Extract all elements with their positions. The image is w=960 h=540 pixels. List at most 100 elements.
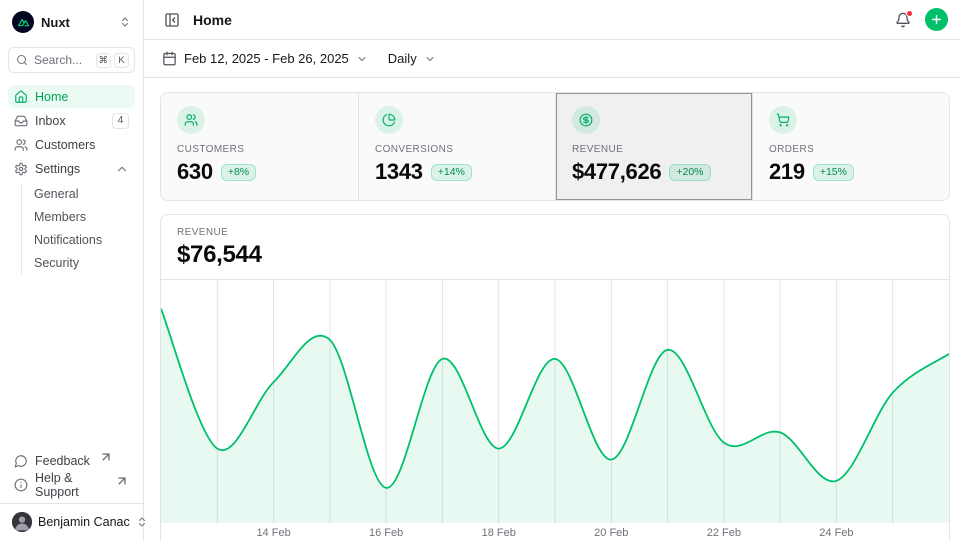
stats-row: CUSTOMERS630+8%CONVERSIONS1343+14%REVENU… [160, 92, 950, 201]
date-range-label: Feb 12, 2025 - Feb 26, 2025 [184, 51, 349, 66]
stat-value-row: 219 +15% [769, 159, 933, 185]
chevron-up-icon [115, 162, 129, 176]
stat-delta-badge: +14% [431, 164, 472, 181]
user-menu[interactable]: Benjamin Canac [8, 504, 135, 534]
sidebar-item-trailing: 4 [112, 113, 129, 129]
user-name: Benjamin Canac [38, 515, 130, 529]
sidebar-item-label: Help & Support [35, 471, 106, 499]
arrow-up-right-icon [99, 450, 113, 464]
stat-delta-badge: +8% [221, 164, 256, 181]
stat-value-row: 1343 +14% [375, 159, 539, 185]
sidebar-subitem-notifications[interactable]: Notifications [26, 229, 135, 251]
chart-header: REVENUE $76,544 [161, 215, 949, 280]
stat-icon-chip [572, 106, 600, 134]
stat-card-revenue[interactable]: REVENUE $477,626 +20% [555, 93, 752, 200]
x-tick-label: 16 Feb [369, 527, 403, 539]
sidebar-subitem-general[interactable]: General [26, 183, 135, 205]
sidebar-item-settings[interactable]: Settings [8, 157, 135, 180]
sidebar-item-label: Inbox [35, 114, 66, 128]
stat-icon-chip [375, 106, 403, 134]
workspace-switcher[interactable]: Nuxt [8, 8, 135, 36]
calendar-icon [162, 51, 177, 66]
revenue-area-chart [161, 280, 949, 523]
granularity-label: Daily [388, 51, 417, 66]
dollar-circle-icon [579, 113, 593, 127]
stat-label: CUSTOMERS [177, 144, 342, 155]
cart-icon [776, 113, 790, 127]
sidebar-item-label: Customers [35, 138, 95, 152]
home-icon [14, 90, 28, 104]
sidebar: Nuxt Search... ⌘ K Home Inbox 4 Customers Se… [0, 0, 144, 540]
plus-icon [930, 13, 943, 26]
collapse-sidebar-button[interactable] [160, 8, 184, 32]
stat-icon-chip [177, 106, 205, 134]
pie-chart-icon [382, 113, 396, 127]
x-tick-label: 20 Feb [594, 527, 628, 539]
sidebar-item-inbox[interactable]: Inbox 4 [8, 109, 135, 132]
stat-delta-badge: +15% [813, 164, 854, 181]
notification-dot [906, 10, 913, 17]
revenue-chart-card: REVENUE $76,544 14 Feb 16 Feb 18 Feb 20 Feb… [160, 214, 950, 540]
inbox-count-badge: 4 [112, 113, 129, 129]
search-placeholder: Search... [34, 53, 90, 67]
inbox-icon [14, 114, 28, 128]
stat-card-orders[interactable]: ORDERS 219 +15% [752, 93, 949, 200]
sidebar-item-trailing [115, 162, 129, 176]
chevrons-up-down-icon [119, 16, 131, 28]
info-icon [14, 478, 28, 492]
chevron-down-icon [356, 53, 368, 65]
search-input[interactable]: Search... ⌘ K [8, 47, 135, 73]
app: Nuxt Search... ⌘ K Home Inbox 4 Customers Se… [0, 0, 960, 540]
x-tick-label: 22 Feb [707, 527, 741, 539]
content: CUSTOMERS630+8%CONVERSIONS1343+14%REVENU… [144, 78, 960, 540]
panel-left-close-icon [164, 12, 180, 28]
stat-card-conversions[interactable]: CONVERSIONS1343+14% [358, 93, 555, 200]
chart-label: REVENUE [177, 227, 933, 238]
sidebar-nav: Home Inbox 4 Customers Settings GeneralMember… [8, 85, 135, 277]
stat-value-row: 630 +8% [177, 159, 342, 185]
sidebar-subnav: GeneralMembersNotificationsSecurity [21, 183, 135, 274]
stat-card-customers[interactable]: CUSTOMERS 630 +8% [161, 93, 358, 200]
chart-canvas [161, 280, 949, 523]
sidebar-subitem-security[interactable]: Security [26, 252, 135, 274]
sidebar-item-label: Feedback [35, 454, 90, 468]
users-icon [14, 138, 28, 152]
workspace-name: Nuxt [41, 15, 70, 30]
stat-value: 219 [769, 159, 805, 185]
chevron-down-icon [424, 53, 436, 65]
stat-icon-chip [769, 106, 797, 134]
sidebar-item-home[interactable]: Home [8, 85, 135, 108]
stat-value: $477,626 [572, 159, 661, 185]
sidebar-item-label: Home [35, 90, 68, 104]
main: Home Feb 12, 2025 - Feb 26, 2025 Daily [144, 0, 960, 540]
x-tick-label: 18 Feb [482, 527, 516, 539]
x-tick-label: 14 Feb [256, 527, 290, 539]
stat-value: 1343 [375, 159, 423, 185]
granularity-select[interactable]: Daily [386, 47, 438, 70]
add-button[interactable] [925, 8, 948, 31]
stat-label: ORDERS [769, 144, 933, 155]
date-range-picker[interactable]: Feb 12, 2025 - Feb 26, 2025 [160, 47, 370, 70]
stat-value: 630 [177, 159, 213, 185]
search-icon [16, 54, 28, 66]
notifications-button[interactable] [891, 8, 915, 32]
topbar-actions [891, 8, 948, 32]
kbd-k: K [114, 53, 129, 68]
sidebar-spacer [8, 277, 135, 449]
arrow-up-right-icon [115, 474, 129, 488]
sidebar-item-feedback[interactable]: Feedback [8, 449, 135, 472]
sidebar-item-customers[interactable]: Customers [8, 133, 135, 156]
sidebar-item-label: Settings [35, 162, 80, 176]
chart-x-axis: 14 Feb16 Feb18 Feb20 Feb22 Feb24 Feb [161, 523, 949, 540]
sidebar-item-help-support[interactable]: Help & Support [8, 473, 135, 496]
gear-icon [14, 162, 28, 176]
nuxt-logo [12, 11, 34, 33]
user-avatar [12, 512, 32, 532]
chart-value: $76,544 [177, 241, 933, 269]
stat-label: REVENUE [572, 144, 736, 155]
sidebar-subitem-members[interactable]: Members [26, 206, 135, 228]
users-icon [184, 113, 198, 127]
sidebar-footer-nav: Feedback Help & Support [8, 449, 135, 496]
stat-delta-badge: +20% [669, 164, 710, 181]
stat-value-row: $477,626 +20% [572, 159, 736, 185]
